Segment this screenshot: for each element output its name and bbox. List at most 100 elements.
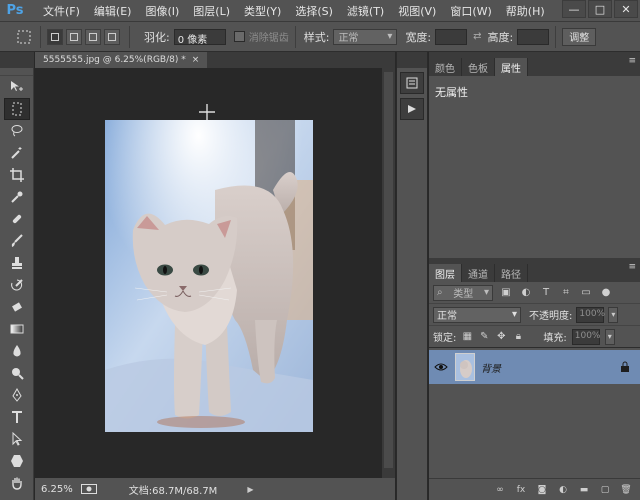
subtract-selection-icon[interactable] <box>85 28 101 45</box>
delete-layer-icon[interactable]: 🗑︎ <box>620 484 632 496</box>
doc-preview-icon[interactable] <box>80 484 97 494</box>
actions-panel-icon[interactable] <box>400 98 424 120</box>
opacity-input[interactable]: 100% <box>576 306 605 323</box>
lock-image-icon[interactable]: ✎ <box>478 331 490 343</box>
tab-paths[interactable]: 路径 <box>495 264 528 282</box>
status-arrow-icon[interactable]: ▶ <box>247 485 253 494</box>
new-selection-icon[interactable] <box>47 28 63 45</box>
new-layer-icon[interactable]: ▢ <box>599 484 611 496</box>
new-group-icon[interactable]: ▬ <box>578 484 590 496</box>
adjustment-layer-icon[interactable]: ◐ <box>557 484 569 496</box>
antialias-checkbox[interactable] <box>233 31 245 42</box>
tab-layers[interactable]: 图层 <box>429 264 462 282</box>
filter-shape-icon[interactable]: ⌗ <box>559 286 573 300</box>
brush-tool-icon[interactable] <box>4 230 30 252</box>
fill-dropdown-icon[interactable]: ▾ <box>604 328 615 345</box>
tab-swatches[interactable]: 色板 <box>462 58 495 76</box>
menu-file[interactable]: 文件(F) <box>36 3 87 19</box>
filter-adjustment-icon[interactable]: ◐ <box>519 286 533 300</box>
filter-toggle-icon[interactable]: ● <box>599 286 613 300</box>
lasso-tool-icon[interactable] <box>4 120 30 142</box>
type-tool-icon[interactable] <box>4 406 30 428</box>
menu-select[interactable]: 选择(S) <box>288 3 340 19</box>
chevron-down-icon: ▾ <box>483 287 489 298</box>
dodge-tool-icon[interactable] <box>4 362 30 384</box>
tab-color[interactable]: 颜色 <box>429 58 462 76</box>
vertical-scrollbar[interactable] <box>382 68 395 478</box>
tab-channels[interactable]: 通道 <box>462 264 495 282</box>
width-input[interactable] <box>435 28 468 45</box>
zoom-level[interactable]: 6.25% <box>41 484 73 495</box>
swap-icon[interactable]: ⇄ <box>473 31 481 42</box>
menu-filter[interactable]: 滤镜(T) <box>340 3 391 19</box>
close-tab-icon[interactable]: × <box>192 55 200 65</box>
path-selection-tool-icon[interactable] <box>4 428 30 450</box>
filter-pixel-icon[interactable]: ▣ <box>499 286 513 300</box>
dock-header[interactable] <box>397 52 427 68</box>
opacity-dropdown-icon[interactable]: ▾ <box>608 306 619 323</box>
hand-tool-icon[interactable] <box>4 472 30 494</box>
magic-wand-tool-icon[interactable] <box>4 142 30 164</box>
menu-view[interactable]: 视图(V) <box>391 3 443 19</box>
fill-input[interactable]: 100% <box>571 328 600 345</box>
menu-help[interactable]: 帮助(H) <box>499 3 552 19</box>
opacity-label: 不透明度: <box>529 311 573 322</box>
layer-row-background[interactable]: 背景 <box>429 350 640 384</box>
menu-image[interactable]: 图像(I) <box>138 3 186 19</box>
feather-input[interactable]: 0 像素 <box>173 28 226 46</box>
add-selection-icon[interactable] <box>66 28 82 45</box>
link-layers-icon[interactable]: ∞ <box>494 484 506 496</box>
menu-window[interactable]: 窗口(W) <box>443 3 498 19</box>
style-select[interactable]: 正常 ▾ <box>333 28 398 45</box>
filter-type-icon[interactable]: T <box>539 286 553 300</box>
close-button[interactable]: ✕ <box>614 0 638 18</box>
lock-fill-row: 锁定: ▦ ✎ ✥ 🔒︎ 填充: 100% ▾ <box>429 326 640 348</box>
refine-edge-button[interactable]: 调整 <box>562 27 597 46</box>
eraser-tool-icon[interactable] <box>4 296 30 318</box>
toolbox-grip[interactable] <box>0 68 33 76</box>
scrollbar-thumb[interactable] <box>384 72 393 468</box>
lock-transparent-icon[interactable]: ▦ <box>461 331 473 343</box>
pen-tool-icon[interactable] <box>4 384 30 406</box>
minimize-button[interactable]: — <box>562 0 586 18</box>
history-panel-icon[interactable] <box>400 72 424 94</box>
collapsed-panel-dock <box>396 52 428 500</box>
photoshop-logo[interactable]: Ps <box>4 1 26 21</box>
layer-filter-value: 类型 <box>453 289 474 300</box>
add-mask-icon[interactable]: ◙ <box>536 484 548 496</box>
clone-stamp-tool-icon[interactable] <box>4 252 30 274</box>
visibility-eye-icon[interactable] <box>433 359 449 375</box>
filter-smart-object-icon[interactable]: ▭ <box>579 286 593 300</box>
marquee-tool-icon[interactable] <box>4 98 30 120</box>
layer-name[interactable]: 背景 <box>481 360 614 375</box>
fill-label: 填充: <box>543 333 567 344</box>
lock-all-icon[interactable]: 🔒︎ <box>512 331 524 343</box>
canvas-area[interactable] <box>35 68 382 478</box>
maximize-button[interactable]: □ <box>588 0 612 18</box>
menu-type[interactable]: 类型(Y) <box>237 3 288 19</box>
blur-tool-icon[interactable] <box>4 340 30 362</box>
healing-brush-tool-icon[interactable] <box>4 208 30 230</box>
chevron-down-icon: ▾ <box>511 309 517 320</box>
layer-filter-select[interactable]: ⌕ 类型 ▾ <box>433 284 493 301</box>
lock-position-icon[interactable]: ✥ <box>495 331 507 343</box>
height-input[interactable] <box>517 28 550 45</box>
layer-style-icon[interactable]: fx <box>515 484 527 496</box>
move-tool-icon[interactable] <box>4 76 30 98</box>
history-brush-tool-icon[interactable] <box>4 274 30 296</box>
document-tab[interactable]: 5555555.jpg @ 6.25%(RGB/8) * × <box>35 52 208 68</box>
layers-panel-menu-icon[interactable]: ≡ <box>628 262 636 272</box>
menu-layer[interactable]: 图层(L) <box>186 3 237 19</box>
lock-label: 锁定: <box>433 333 457 344</box>
tab-properties[interactable]: 属性 <box>495 58 528 76</box>
right-panel: 颜色 色板 属性 ≡ 无属性 图层 通道 路径 ≡ ⌕ 类型 ▾ ▣ ◐ T ⌗… <box>429 52 640 500</box>
gradient-tool-icon[interactable] <box>4 318 30 340</box>
menu-edit[interactable]: 编辑(E) <box>87 3 139 19</box>
crop-tool-icon[interactable] <box>4 164 30 186</box>
blend-mode-select[interactable]: 正常 ▾ <box>433 306 521 323</box>
panel-menu-icon[interactable]: ≡ <box>628 56 636 66</box>
intersect-selection-icon[interactable] <box>104 28 120 45</box>
shape-tool-icon[interactable] <box>4 450 30 472</box>
eyedropper-tool-icon[interactable] <box>4 186 30 208</box>
marquee-tool-preset-icon[interactable] <box>14 27 34 47</box>
